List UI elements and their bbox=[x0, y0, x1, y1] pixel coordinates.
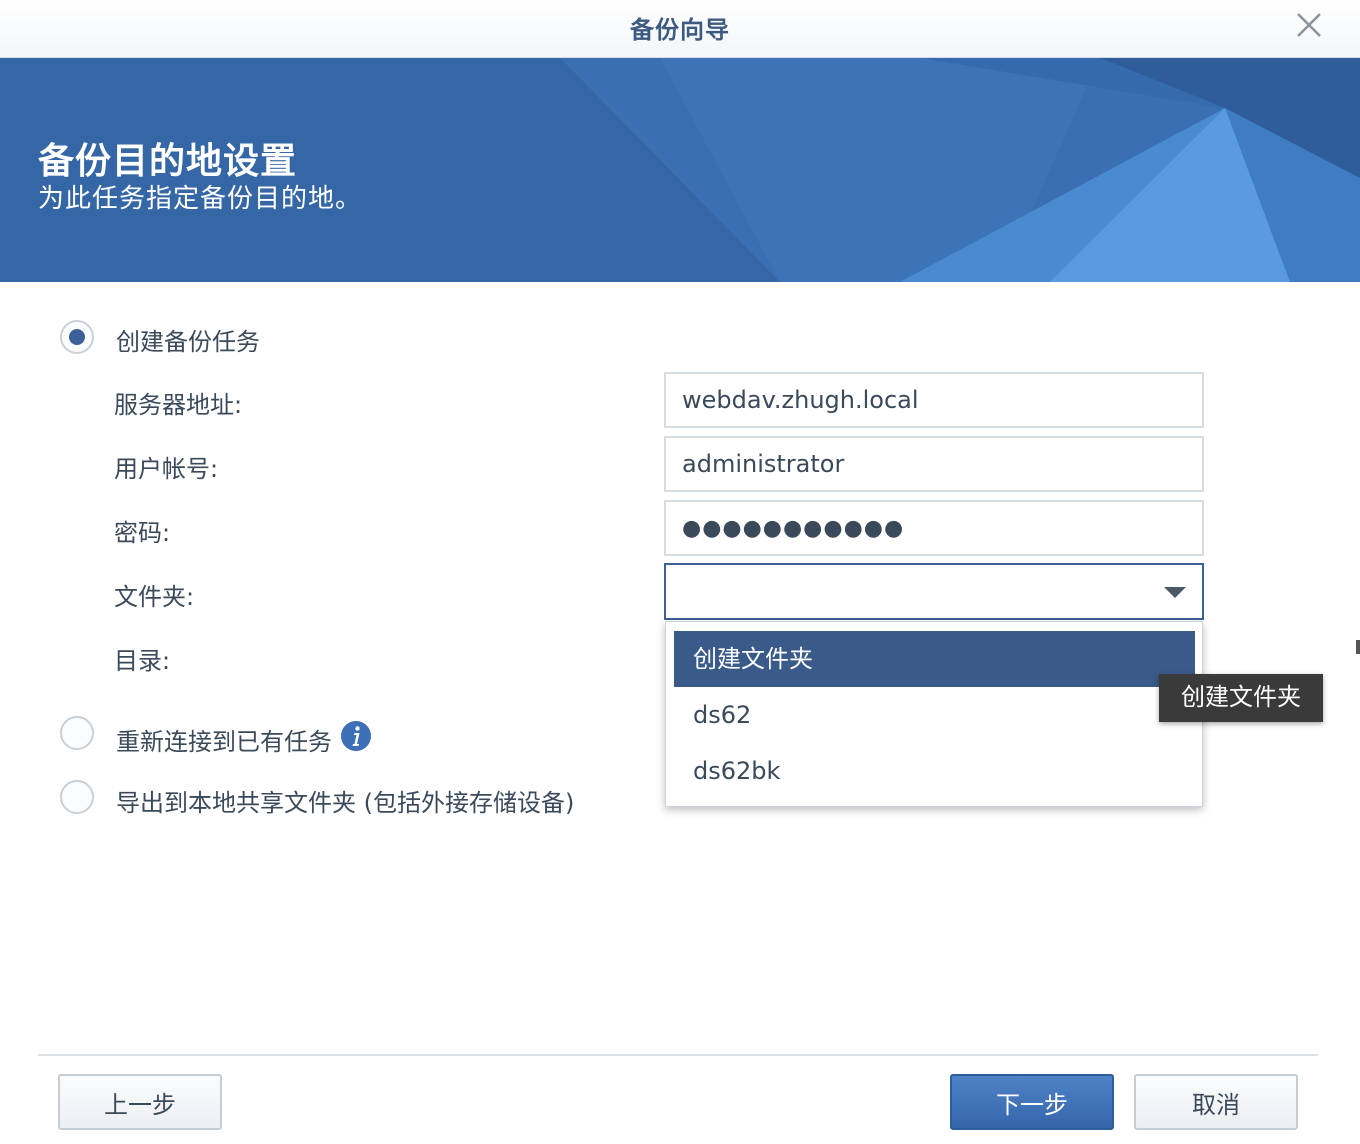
server-address-label: 服务器地址: bbox=[114, 391, 243, 419]
next-button[interactable]: 下一步 bbox=[950, 1074, 1114, 1130]
dropdown-option-ds62[interactable]: ds62 bbox=[674, 687, 1195, 743]
folder-select[interactable] bbox=[664, 563, 1204, 620]
radio-reconnect-task[interactable] bbox=[60, 716, 94, 750]
footer-divider bbox=[38, 1054, 1318, 1056]
dropdown-option-ds62bk[interactable]: ds62bk bbox=[674, 743, 1195, 799]
user-account-input[interactable] bbox=[664, 436, 1204, 492]
folder-label: 文件夹: bbox=[114, 583, 195, 611]
radio-export-local[interactable] bbox=[60, 780, 94, 814]
close-icon[interactable] bbox=[1294, 10, 1324, 40]
radio-reconnect-task-label[interactable]: 重新连接到已有任务 bbox=[116, 722, 332, 757]
radio-create-task[interactable] bbox=[60, 320, 94, 354]
radio-create-task-label[interactable]: 创建备份任务 bbox=[116, 322, 260, 357]
dropdown-option-create-folder[interactable]: 创建文件夹 bbox=[674, 631, 1195, 687]
scrollbar-thumb[interactable] bbox=[1356, 640, 1360, 654]
window-titlebar: 备份向导 bbox=[0, 0, 1360, 58]
radio-export-local-label[interactable]: 导出到本地共享文件夹 (包括外接存储设备) bbox=[116, 783, 574, 818]
header-banner: 备份目的地设置 为此任务指定备份目的地。 bbox=[0, 58, 1360, 282]
password-label: 密码: bbox=[114, 519, 171, 547]
page-subheading: 为此任务指定备份目的地。 bbox=[38, 184, 363, 214]
chevron-down-icon[interactable] bbox=[1164, 587, 1186, 598]
tooltip: 创建文件夹 bbox=[1159, 674, 1323, 722]
back-button[interactable]: 上一步 bbox=[58, 1074, 222, 1130]
info-icon[interactable] bbox=[340, 720, 372, 752]
folder-dropdown-list: 创建文件夹 ds62 ds62bk bbox=[665, 621, 1203, 807]
page-heading: 备份目的地设置 bbox=[38, 141, 298, 182]
directory-label: 目录: bbox=[114, 647, 171, 675]
user-account-label: 用户帐号: bbox=[114, 455, 219, 483]
password-input[interactable] bbox=[664, 500, 1204, 556]
cancel-button[interactable]: 取消 bbox=[1134, 1074, 1298, 1130]
server-address-input[interactable] bbox=[664, 372, 1204, 428]
window-title: 备份向导 bbox=[630, 16, 730, 44]
